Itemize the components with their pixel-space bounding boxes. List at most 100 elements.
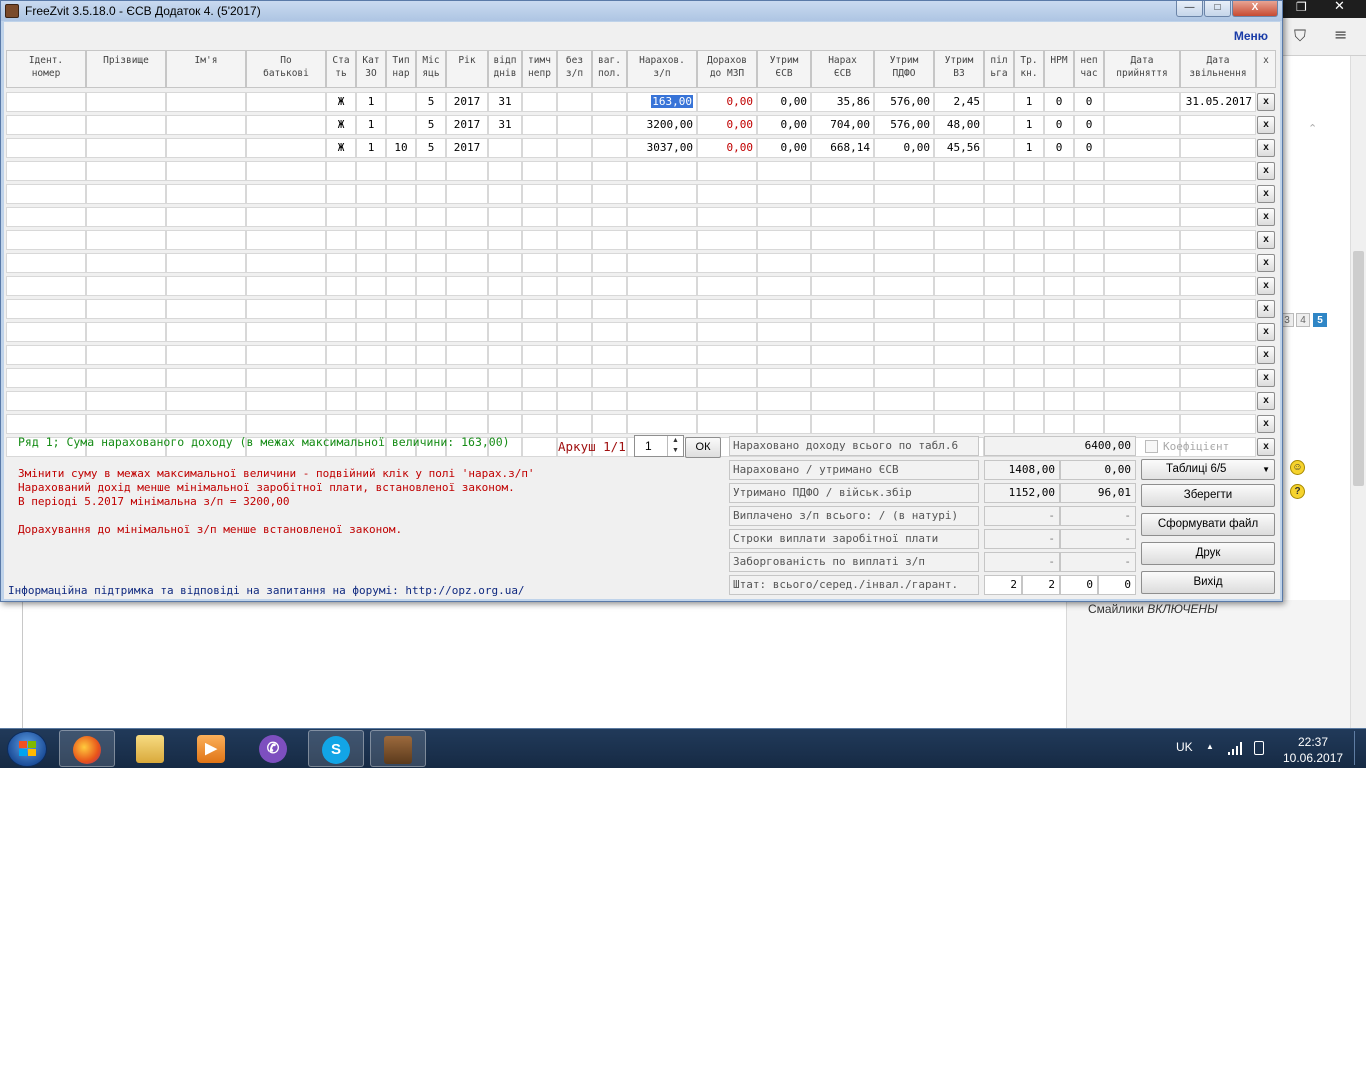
cell-withheld-military[interactable] [934,414,984,434]
cell-category[interactable] [356,322,386,342]
cell-dismissal-date[interactable] [1180,414,1256,434]
cell-vacation-days[interactable] [488,138,522,158]
cell-accrued-esv[interactable] [811,322,874,342]
show-desktop-button[interactable] [1354,731,1364,765]
column-header-hire-date[interactable]: Дата прийняття [1104,50,1180,88]
cell-dismissal-date[interactable] [1180,391,1256,411]
cell-patronymic[interactable] [246,299,326,319]
cell-part-time[interactable] [1074,299,1104,319]
cell-withheld-esv[interactable] [757,368,811,388]
cell-min-salary-topup[interactable] [697,161,757,181]
cell-min-salary-topup[interactable]: 0,00 [697,115,757,135]
cell-sex[interactable]: Ж [326,138,356,158]
cell-min-salary-topup[interactable] [697,414,757,434]
cell-nrm[interactable]: 0 [1044,138,1074,158]
cell-month[interactable] [416,345,446,365]
cell-surname[interactable] [86,414,166,434]
staff-guaranteed-input[interactable]: 0 [1098,575,1136,595]
cell-accrued-salary[interactable] [627,414,697,434]
cell-temp-disability[interactable] [522,322,557,342]
cell-year[interactable] [446,253,488,273]
delete-row-button[interactable]: x [1257,185,1275,203]
delete-row-button[interactable]: x [1257,93,1275,111]
cell-part-time[interactable] [1074,391,1104,411]
page-link-5[interactable]: 5 [1313,313,1327,327]
cell-sex[interactable] [326,253,356,273]
cell-dismissal-date[interactable] [1180,184,1256,204]
clock[interactable]: 22:37 10.06.2017 [1283,734,1343,766]
cell-nrm[interactable]: 0 [1044,92,1074,112]
cell-ident[interactable] [6,230,86,250]
column-header-category[interactable]: Кат ЗО [356,50,386,88]
cell-surname[interactable] [86,345,166,365]
cell-year[interactable]: 2017 [446,138,488,158]
cell-temp-disability[interactable] [522,115,557,135]
cell-surname[interactable] [86,322,166,342]
cell-temp-disability[interactable] [522,207,557,227]
cell-category[interactable]: 1 [356,92,386,112]
cell-part-time[interactable] [1074,345,1104,365]
cell-dismissal-date[interactable]: 31.05.2017 [1180,92,1256,112]
cell-sex[interactable]: Ж [326,115,356,135]
cell-name[interactable] [166,391,246,411]
minimize-button[interactable]: — [1176,1,1203,17]
cell-vacation-days[interactable] [488,391,522,411]
cell-accrual-type[interactable] [386,161,416,181]
background-scrollbar[interactable] [1350,56,1366,728]
column-header-year[interactable]: Рік [446,50,488,88]
cell-hire-date[interactable] [1104,322,1180,342]
delete-row-button[interactable]: x [1257,116,1275,134]
cell-temp-disability[interactable] [522,230,557,250]
cell-sex[interactable] [326,414,356,434]
cell-accrued-esv[interactable] [811,207,874,227]
cell-pregnancy[interactable] [592,207,627,227]
cell-accrued-esv[interactable] [811,345,874,365]
cell-pregnancy[interactable] [592,138,627,158]
taskbar-firefox[interactable] [59,730,115,767]
cell-unpaid[interactable] [557,161,592,181]
cell-ident[interactable] [6,345,86,365]
cell-work-book[interactable] [1014,253,1044,273]
cell-hire-date[interactable] [1104,391,1180,411]
cell-patronymic[interactable] [246,207,326,227]
delete-row-button[interactable]: x [1257,231,1275,249]
cell-patronymic[interactable] [246,161,326,181]
delete-row-button[interactable]: x [1257,300,1275,318]
cell-year[interactable] [446,161,488,181]
cell-unpaid[interactable] [557,368,592,388]
cell-temp-disability[interactable] [522,253,557,273]
cell-withheld-military[interactable]: 45,56 [934,138,984,158]
cell-unpaid[interactable] [557,230,592,250]
cell-category[interactable] [356,391,386,411]
cell-dismissal-date[interactable] [1180,345,1256,365]
cell-month[interactable] [416,161,446,181]
cell-withheld-pdfo[interactable] [874,253,934,273]
cell-withheld-pdfo[interactable] [874,368,934,388]
cell-accrued-esv[interactable] [811,299,874,319]
cell-patronymic[interactable] [246,115,326,135]
cell-patronymic[interactable] [246,230,326,250]
cell-year[interactable] [446,322,488,342]
cell-work-book[interactable] [1014,414,1044,434]
cell-accrual-type[interactable] [386,299,416,319]
cell-work-book[interactable]: 1 [1014,138,1044,158]
cell-min-salary-topup[interactable] [697,207,757,227]
cell-accrued-esv[interactable] [811,184,874,204]
cell-work-book[interactable] [1014,322,1044,342]
cell-category[interactable] [356,276,386,296]
cell-min-salary-topup[interactable] [697,345,757,365]
delete-row-button[interactable]: x [1257,277,1275,295]
cell-name[interactable] [166,253,246,273]
support-link-text[interactable]: Інформаційна підтримка та відповіді на з… [8,584,525,597]
cell-pregnancy[interactable] [592,253,627,273]
cell-hire-date[interactable] [1104,299,1180,319]
cell-withheld-military[interactable]: 48,00 [934,115,984,135]
column-header-part-time[interactable]: неп час [1074,50,1104,88]
cell-withheld-pdfo[interactable]: 0,00 [874,138,934,158]
cell-work-book[interactable] [1014,207,1044,227]
cell-patronymic[interactable] [246,414,326,434]
cell-sex[interactable] [326,299,356,319]
tables-dropdown[interactable]: Таблиці 6/5 ▼ [1141,459,1275,480]
cell-withheld-pdfo[interactable] [874,230,934,250]
cell-hire-date[interactable] [1104,276,1180,296]
